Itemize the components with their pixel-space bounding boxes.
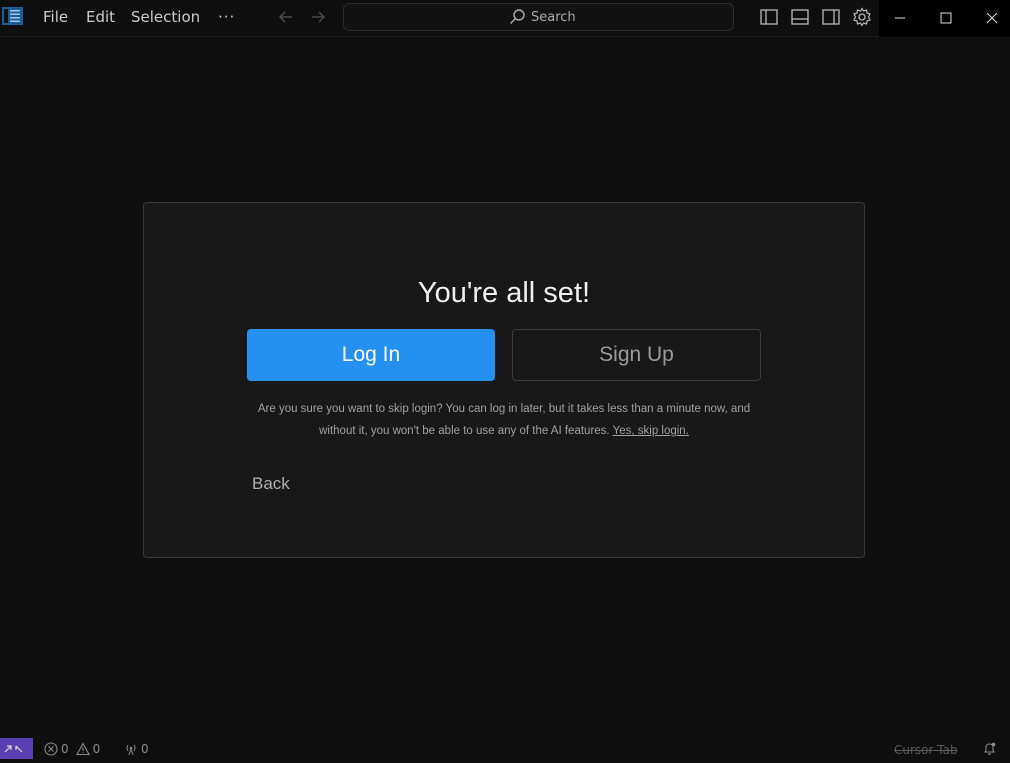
toggle-primary-sidebar-icon[interactable] [759, 7, 779, 27]
warning-count: 0 [92, 742, 101, 756]
window-controls [879, 0, 1010, 37]
gear-icon[interactable] [852, 7, 872, 27]
arrow-right-icon[interactable] [308, 7, 328, 27]
onboarding-dialog: You're all set! Log In Sign Up Are you s… [143, 202, 865, 558]
toggle-panel-icon[interactable] [790, 7, 810, 27]
ports-indicator[interactable]: 0 [124, 742, 149, 756]
menu-selection[interactable]: Selection [131, 7, 200, 27]
back-button[interactable]: Back [252, 474, 290, 494]
warning-icon [75, 742, 90, 756]
broadcast-icon [126, 744, 136, 756]
skip-login-link[interactable]: Yes, skip login. [613, 425, 689, 437]
menu-edit[interactable]: Edit [86, 7, 115, 27]
remote-icon [4, 745, 23, 753]
login-button[interactable]: Log In [247, 329, 495, 381]
maximize-icon[interactable] [936, 8, 956, 28]
search-box[interactable]: Search [343, 3, 734, 31]
minimize-icon[interactable] [890, 8, 910, 28]
menu-more[interactable]: ··· [218, 7, 235, 27]
title-bar: File Edit Selection ··· Search [0, 0, 1010, 37]
signup-button[interactable]: Sign Up [512, 329, 761, 381]
search-label: Search [531, 9, 576, 25]
dialog-title: You're all set! [417, 277, 591, 309]
skip-login-message: Are you sure you want to skip login? You… [242, 398, 766, 442]
remote-button[interactable] [0, 738, 33, 759]
arrow-left-icon[interactable] [276, 7, 296, 27]
search-icon [509, 9, 525, 25]
status-bar: 0 0 0 Cursor Tab [0, 738, 1010, 759]
error-count: 0 [61, 742, 69, 756]
close-icon[interactable] [982, 8, 1002, 28]
app-logo-icon [2, 7, 23, 25]
menu-file[interactable]: File [43, 7, 68, 27]
cursor-tab-status[interactable]: Cursor Tab [894, 743, 958, 757]
ports-count: 0 [141, 742, 149, 756]
bell-icon[interactable] [982, 741, 997, 756]
error-icon [44, 742, 58, 756]
problems-indicator[interactable]: 0 0 [44, 742, 100, 756]
toggle-secondary-sidebar-icon[interactable] [821, 7, 841, 27]
